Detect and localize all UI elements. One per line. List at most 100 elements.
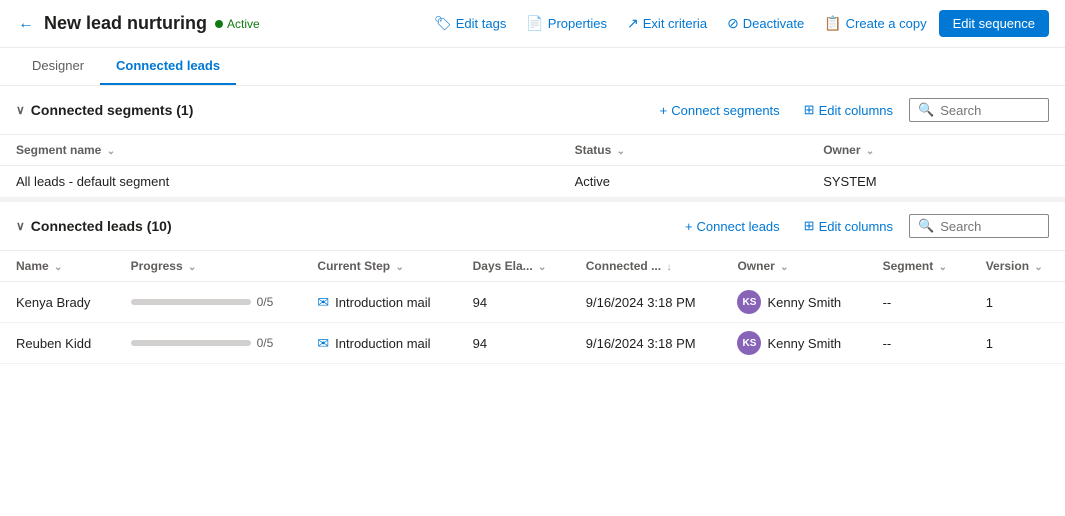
exit-criteria-icon: ↗ (627, 15, 639, 32)
leads-edit-columns-label: Edit columns (819, 219, 893, 234)
leads-owner-sort-icon: ⌄ (780, 262, 788, 273)
leads-search-icon: 🔍 (918, 218, 934, 234)
header-left: ← New lead nurturing Active (16, 13, 426, 35)
connect-leads-button[interactable]: + Connect leads (677, 215, 788, 238)
segments-status-sort-icon: ⌄ (617, 146, 625, 157)
leads-name-sort-icon: ⌄ (54, 262, 62, 273)
leads-edit-columns-icon: ⊞ (804, 218, 815, 234)
connected-leads-section: ∨ Connected leads (10) + Connect leads ⊞… (0, 202, 1065, 364)
leads-days-sort-icon: ⌄ (538, 262, 546, 273)
lead-connected-cell: 9/16/2024 3:18 PM (570, 323, 722, 364)
segments-search-box: 🔍 (909, 98, 1049, 122)
exit-criteria-button[interactable]: ↗ Exit criteria (619, 11, 715, 36)
lead-owner-cell: KS Kenny Smith (721, 282, 866, 323)
segments-edit-columns-icon: ⊞ (804, 102, 815, 118)
segments-search-input[interactable] (940, 103, 1040, 118)
edit-sequence-button[interactable]: Edit sequence (939, 10, 1049, 37)
lead-progress-cell: 0/5 (115, 282, 302, 323)
connect-segments-button[interactable]: + Connect segments (652, 99, 788, 122)
app-header: ← New lead nurturing Active 🏷 Edit tags … (0, 0, 1065, 48)
lead-step-cell: ✉ Introduction mail (301, 282, 456, 323)
leads-col-name: Name ⌄ (0, 251, 115, 282)
lead-name-cell: Reuben Kidd (0, 323, 115, 364)
segments-owner-sort-icon: ⌄ (866, 146, 874, 157)
deactivate-button[interactable]: ⊘ Deactivate (719, 11, 812, 36)
exit-criteria-label: Exit criteria (643, 16, 707, 31)
leads-col-progress: Progress ⌄ (115, 251, 302, 282)
table-row: Reuben Kidd 0/5 ✉ Introduction mail 94 9… (0, 323, 1065, 364)
email-icon: ✉ (317, 294, 329, 311)
tab-connected-leads[interactable]: Connected leads (100, 48, 236, 85)
lead-days-cell: 94 (457, 323, 570, 364)
properties-label: Properties (548, 16, 607, 31)
segments-section-title: ∨ Connected segments (1) (16, 102, 193, 118)
lead-version-cell: 1 (970, 282, 1065, 323)
lead-progress-cell: 0/5 (115, 323, 302, 364)
segments-section-header: ∨ Connected segments (1) + Connect segme… (0, 86, 1065, 135)
connect-segments-label: Connect segments (671, 103, 779, 118)
segments-search-icon: 🔍 (918, 102, 934, 118)
leads-col-days: Days Ela... ⌄ (457, 251, 570, 282)
back-button[interactable]: ← (16, 13, 36, 35)
edit-tags-label: Edit tags (456, 16, 507, 31)
segments-table-header-row: Segment name ⌄ Status ⌄ Owner ⌄ (0, 135, 1065, 166)
lead-version-cell: 1 (970, 323, 1065, 364)
segment-status-cell: Active (559, 166, 808, 198)
deactivate-label: Deactivate (743, 16, 804, 31)
tabs-bar: Designer Connected leads (0, 48, 1065, 86)
leads-step-sort-icon: ⌄ (395, 262, 403, 273)
lead-owner-cell: KS Kenny Smith (721, 323, 866, 364)
segment-owner-cell: SYSTEM (807, 166, 1065, 198)
deactivate-icon: ⊘ (727, 15, 739, 32)
segments-title-text: Connected segments (1) (31, 102, 194, 118)
lead-segment-cell: -- (867, 323, 970, 364)
segments-edit-columns-button[interactable]: ⊞ Edit columns (796, 98, 901, 122)
leads-version-sort-icon: ⌄ (1034, 262, 1042, 273)
leads-table-container: Name ⌄ Progress ⌄ Current Step ⌄ Days El… (0, 251, 1065, 364)
leads-section-header: ∨ Connected leads (10) + Connect leads ⊞… (0, 202, 1065, 251)
table-row: Kenya Brady 0/5 ✉ Introduction mail 94 9… (0, 282, 1065, 323)
tab-designer[interactable]: Designer (16, 48, 100, 85)
leads-col-current-step: Current Step ⌄ (301, 251, 456, 282)
properties-button[interactable]: 📄 Properties (518, 11, 615, 36)
edit-tags-button[interactable]: 🏷 Edit tags (426, 11, 514, 36)
status-badge: Active (215, 17, 260, 31)
lead-name-cell: Kenya Brady (0, 282, 115, 323)
segments-chevron-icon: ∨ (16, 103, 25, 117)
leads-col-owner: Owner ⌄ (721, 251, 866, 282)
segments-table-container: Segment name ⌄ Status ⌄ Owner ⌄ All lead… (0, 135, 1065, 198)
leads-section-title: ∨ Connected leads (10) (16, 218, 172, 234)
leads-col-version: Version ⌄ (970, 251, 1065, 282)
leads-title-text: Connected leads (10) (31, 218, 172, 234)
leads-progress-sort-icon: ⌄ (188, 262, 196, 273)
segment-name-cell: All leads - default segment (0, 166, 559, 198)
table-row: All leads - default segment Active SYSTE… (0, 166, 1065, 198)
leads-table-header-row: Name ⌄ Progress ⌄ Current Step ⌄ Days El… (0, 251, 1065, 282)
create-copy-label: Create a copy (846, 16, 927, 31)
leads-actions: + Connect leads ⊞ Edit columns 🔍 (677, 214, 1049, 238)
lead-step-cell: ✉ Introduction mail (301, 323, 456, 364)
status-text: Active (227, 17, 260, 31)
avatar: KS (737, 331, 761, 355)
leads-col-connected: Connected ... ↓ (570, 251, 722, 282)
connect-segments-plus-icon: + (660, 103, 668, 118)
email-icon: ✉ (317, 335, 329, 352)
status-dot (215, 20, 223, 28)
segments-name-sort-icon: ⌄ (107, 146, 115, 157)
edit-tags-icon: 🏷 (434, 15, 452, 32)
page-title: New lead nurturing (44, 13, 207, 34)
leads-chevron-icon: ∨ (16, 219, 25, 233)
leads-connected-sort-icon: ↓ (666, 262, 671, 273)
connect-leads-plus-icon: + (685, 219, 693, 234)
leads-table: Name ⌄ Progress ⌄ Current Step ⌄ Days El… (0, 251, 1065, 364)
leads-edit-columns-button[interactable]: ⊞ Edit columns (796, 214, 901, 238)
create-copy-icon: 📋 (824, 15, 841, 32)
lead-days-cell: 94 (457, 282, 570, 323)
segments-col-status: Status ⌄ (559, 135, 808, 166)
segments-edit-columns-label: Edit columns (819, 103, 893, 118)
leads-search-input[interactable] (940, 219, 1040, 234)
properties-icon: 📄 (526, 15, 543, 32)
header-actions: 🏷 Edit tags 📄 Properties ↗ Exit criteria… (426, 10, 1049, 37)
create-copy-button[interactable]: 📋 Create a copy (816, 11, 934, 36)
segments-actions: + Connect segments ⊞ Edit columns 🔍 (652, 98, 1049, 122)
